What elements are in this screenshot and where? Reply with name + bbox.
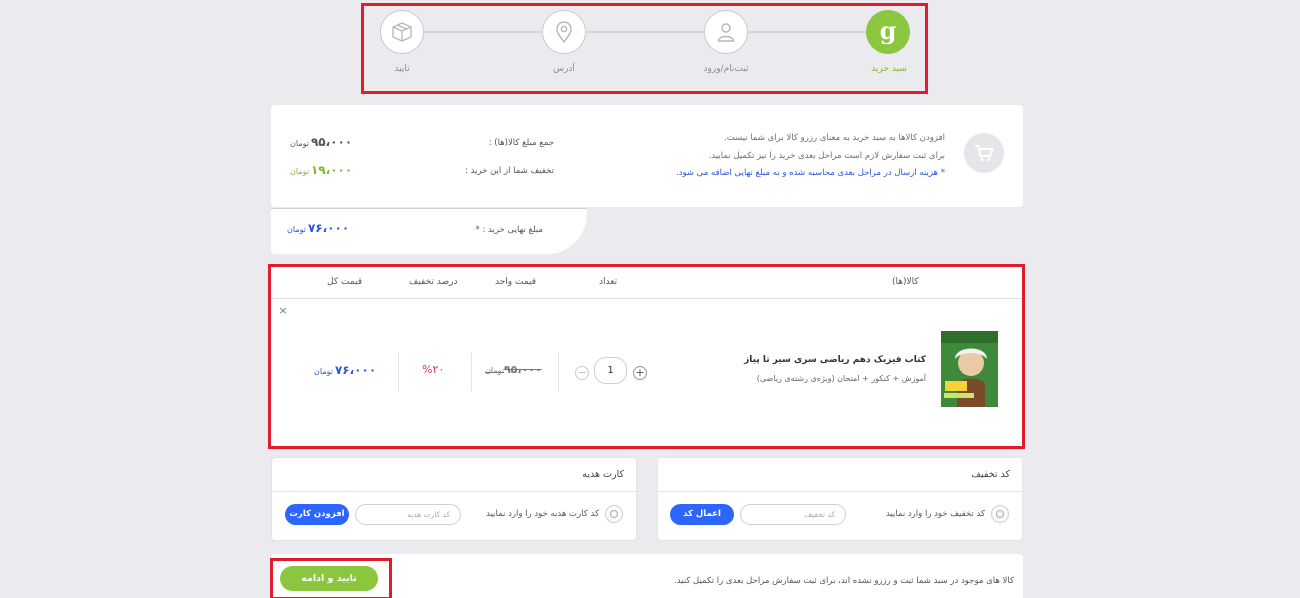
product-title[interactable]: کتاب فیزیک دهم ریاضی سری سیر تا پیاز xyxy=(744,355,926,365)
card-icon xyxy=(610,510,618,518)
coupon-box: کد تخفیف xyxy=(657,457,1023,541)
step-confirm[interactable] xyxy=(380,10,424,54)
stepper-line xyxy=(424,31,886,33)
discount-amount: ۱۹،۰۰۰ xyxy=(310,163,353,177)
step-cart[interactable]: g xyxy=(866,10,910,54)
remove-item-icon[interactable]: × xyxy=(276,304,290,318)
step-label-address: آدرس xyxy=(553,64,575,74)
step-label-confirm: تایید xyxy=(394,64,410,74)
total-label: جمع مبلغ کالا(ها) : xyxy=(488,138,554,148)
total-value: ۹۵،۰۰۰تومان xyxy=(290,135,352,149)
coupon-label: کد تخفیف خود را وارد نمایید xyxy=(885,509,985,519)
quantity-decrease-button[interactable]: − xyxy=(575,366,589,380)
add-gift-card-button[interactable]: افزودن کارت xyxy=(285,504,349,525)
quantity-increase-button[interactable]: + xyxy=(633,366,647,380)
coupon-input[interactable] xyxy=(740,504,846,525)
cart-info-line-2: برای ثبت سفارش لازم است مراحل بعدی خرید … xyxy=(708,151,945,161)
discount-value: ۱۹،۰۰۰تومان xyxy=(290,163,352,177)
row-total-currency: تومان xyxy=(314,367,333,376)
gift-card-icon xyxy=(605,505,623,523)
row-total-price: ۷۶،۰۰۰تومان xyxy=(314,363,376,377)
product-cover-image[interactable] xyxy=(941,331,998,407)
final-amount: ۷۶،۰۰۰ xyxy=(307,221,350,235)
step-label-login: ثبت‌نام/ورود xyxy=(703,64,749,74)
column-divider xyxy=(558,353,559,391)
total-amount: ۹۵،۰۰۰ xyxy=(310,135,353,149)
location-pin-icon xyxy=(556,21,572,44)
cart-icon-badge xyxy=(964,133,1004,173)
coupon-title: کد تخفیف xyxy=(658,458,1022,492)
header-unit-price: قیمت واحد xyxy=(495,277,537,287)
user-icon xyxy=(717,23,735,42)
currency-label: تومان xyxy=(290,167,309,176)
header-total-price: قیمت کل xyxy=(327,277,363,287)
step-address[interactable] xyxy=(542,10,586,54)
confirm-continue-button[interactable]: تایید و ادامه xyxy=(280,566,378,591)
g-logo-icon: g xyxy=(880,17,897,45)
discount-label: تخفیف شما از این خرید : xyxy=(465,166,554,176)
box-icon xyxy=(392,22,412,42)
svg-text:g: g xyxy=(880,17,897,45)
unit-price: ۹۵،۰۰۰تومان xyxy=(485,363,542,376)
checkout-stepper-highlight xyxy=(361,3,928,94)
final-label: مبلغ نهایی خرید : * xyxy=(475,225,543,235)
gift-card-label: کد کارت هدیه خود را وارد نمایید xyxy=(486,509,599,519)
header-products: کالا(ها) xyxy=(892,277,919,287)
discount-percent: %۲۰ xyxy=(422,363,445,376)
column-divider xyxy=(398,353,399,391)
header-discount-percent: درصد تخفیف xyxy=(409,277,458,287)
final-value: ۷۶،۰۰۰تومان xyxy=(287,221,349,235)
shopping-cart-icon xyxy=(975,145,994,162)
cart-info-line-1: افزودن کالاها به سبد خرید به معنای رزرو … xyxy=(724,133,945,143)
step-login[interactable] xyxy=(704,10,748,54)
gift-card-input[interactable] xyxy=(355,504,461,525)
apply-coupon-button[interactable]: اعمال کد xyxy=(670,504,734,525)
header-quantity: تعداد xyxy=(599,277,618,287)
step-label-cart: سبد خرید xyxy=(871,64,907,74)
gift-card-title: کارت هدیه xyxy=(272,458,636,492)
product-subtitle: آموزش + کنکور + امتحان (ویژه‌ی رشته‌ی ری… xyxy=(756,374,926,383)
cart-info-shipping-note: * هزینه ارسال در مراحل بعدی محاسبه شده و… xyxy=(675,168,945,178)
book-cover-illustration xyxy=(941,331,998,407)
tag-icon xyxy=(996,510,1004,518)
currency-label: تومان xyxy=(287,225,306,234)
gift-card-box: کارت هدیه xyxy=(271,457,637,541)
unit-price-amount: ۹۵،۰۰۰ xyxy=(503,363,542,376)
reservation-notice: کالا های موجود در سبد شما ثبت و رزرو نشد… xyxy=(674,576,1014,586)
coupon-gift-icon xyxy=(991,505,1009,523)
currency-label: تومان xyxy=(290,139,309,148)
row-total-amount: ۷۶،۰۰۰ xyxy=(334,363,377,377)
quantity-input[interactable]: 1 xyxy=(594,357,627,384)
column-divider xyxy=(471,353,472,391)
unit-price-currency: تومان xyxy=(485,366,504,375)
